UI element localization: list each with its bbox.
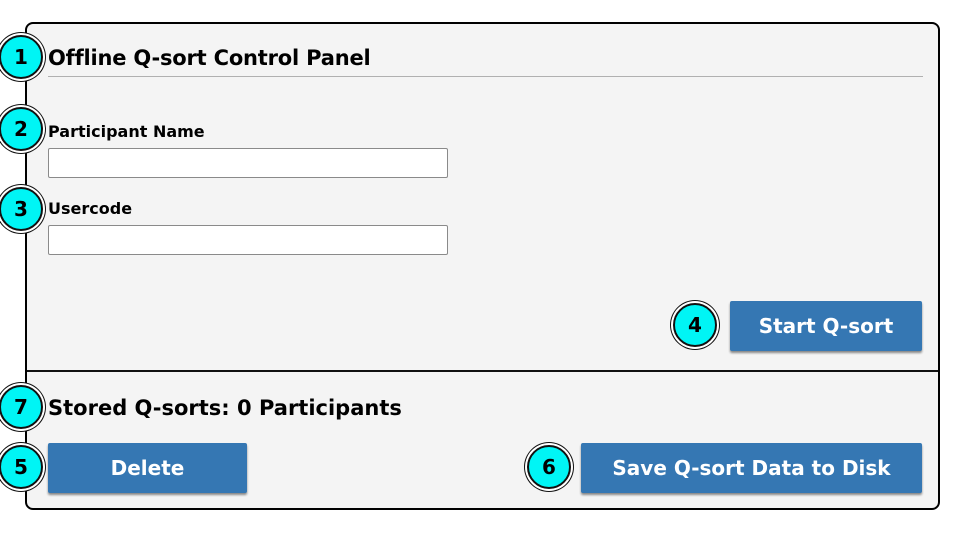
control-panel: Offline Q-sort Control Panel Participant… [25, 22, 940, 510]
marker-7: 7 [0, 385, 43, 429]
marker-1: 1 [0, 35, 43, 79]
stored-qsorts-count: Stored Q-sorts: 0 Participants [48, 396, 402, 420]
marker-2: 2 [0, 107, 43, 151]
usercode-label: Usercode [48, 199, 133, 218]
usercode-input[interactable] [48, 225, 448, 255]
participant-name-input[interactable] [48, 148, 448, 178]
marker-6: 6 [527, 445, 571, 489]
panel-title: Offline Q-sort Control Panel [48, 46, 371, 70]
section-divider [27, 370, 938, 372]
start-qsort-button[interactable]: Start Q-sort [730, 301, 922, 351]
participant-name-label: Participant Name [48, 122, 205, 141]
save-qsort-data-button[interactable]: Save Q-sort Data to Disk [581, 443, 922, 493]
marker-5: 5 [0, 445, 43, 489]
marker-3: 3 [0, 187, 43, 231]
delete-button[interactable]: Delete [48, 443, 247, 493]
marker-4: 4 [673, 303, 717, 347]
title-divider [48, 76, 923, 77]
